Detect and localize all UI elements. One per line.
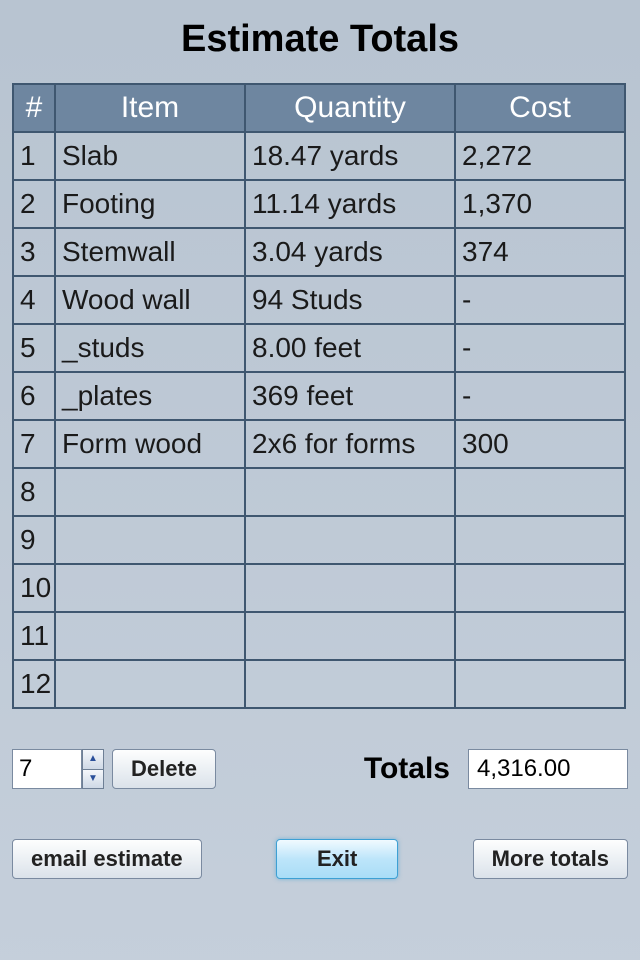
spinner-up-button[interactable]: ▲ — [82, 749, 104, 769]
col-quantity: Quantity — [245, 84, 455, 132]
row-quantity[interactable] — [245, 660, 455, 708]
row-number[interactable]: 2 — [13, 180, 55, 228]
table-row[interactable]: 7Form wood2x6 for forms300 — [13, 420, 625, 468]
spinner-input[interactable] — [12, 749, 82, 789]
table-row[interactable]: 11 — [13, 612, 625, 660]
controls-row: ▲ ▼ Delete Totals — [12, 749, 628, 789]
row-cost[interactable] — [455, 612, 625, 660]
row-quantity[interactable]: 2x6 for forms — [245, 420, 455, 468]
table-header: # Item Quantity Cost — [13, 84, 625, 132]
col-cost: Cost — [455, 84, 625, 132]
table-row[interactable]: 5_studs8.00 feet- — [13, 324, 625, 372]
actions-row: email estimate Exit More totals — [12, 839, 628, 879]
row-quantity[interactable]: 369 feet — [245, 372, 455, 420]
row-item[interactable]: Slab — [55, 132, 245, 180]
row-item[interactable]: _studs — [55, 324, 245, 372]
row-quantity[interactable] — [245, 564, 455, 612]
row-cost[interactable]: 300 — [455, 420, 625, 468]
table-row[interactable]: 8 — [13, 468, 625, 516]
totals-field[interactable] — [468, 749, 628, 789]
table-row[interactable]: 9 — [13, 516, 625, 564]
page-title: Estimate Totals — [12, 18, 628, 61]
table-row[interactable]: 1Slab18.47 yards2,272 — [13, 132, 625, 180]
delete-button[interactable]: Delete — [112, 749, 216, 789]
table-row[interactable]: 2Footing11.14 yards1,370 — [13, 180, 625, 228]
totals-label: Totals — [364, 752, 450, 786]
row-cost[interactable] — [455, 516, 625, 564]
row-cost[interactable]: - — [455, 372, 625, 420]
table-row[interactable]: 12 — [13, 660, 625, 708]
row-number[interactable]: 6 — [13, 372, 55, 420]
row-quantity[interactable]: 11.14 yards — [245, 180, 455, 228]
row-quantity[interactable]: 3.04 yards — [245, 228, 455, 276]
row-number[interactable]: 5 — [13, 324, 55, 372]
col-number: # — [13, 84, 55, 132]
row-number[interactable]: 7 — [13, 420, 55, 468]
row-number[interactable]: 9 — [13, 516, 55, 564]
table-row[interactable]: 6_plates369 feet- — [13, 372, 625, 420]
row-number[interactable]: 8 — [13, 468, 55, 516]
row-item[interactable]: Form wood — [55, 420, 245, 468]
row-item[interactable] — [55, 468, 245, 516]
row-spinner[interactable]: ▲ ▼ — [12, 749, 104, 789]
col-item: Item — [55, 84, 245, 132]
row-quantity[interactable] — [245, 468, 455, 516]
row-cost[interactable]: 2,272 — [455, 132, 625, 180]
row-number[interactable]: 10 — [13, 564, 55, 612]
table-row[interactable]: 4Wood wall94 Studs- — [13, 276, 625, 324]
row-item[interactable]: Footing — [55, 180, 245, 228]
row-number[interactable]: 3 — [13, 228, 55, 276]
row-cost[interactable]: - — [455, 324, 625, 372]
row-quantity[interactable]: 94 Studs — [245, 276, 455, 324]
row-item[interactable] — [55, 660, 245, 708]
row-item[interactable] — [55, 564, 245, 612]
exit-button[interactable]: Exit — [276, 839, 398, 879]
row-cost[interactable] — [455, 468, 625, 516]
row-item[interactable]: Wood wall — [55, 276, 245, 324]
table-row[interactable]: 10 — [13, 564, 625, 612]
row-item[interactable]: _plates — [55, 372, 245, 420]
row-item[interactable]: Stemwall — [55, 228, 245, 276]
more-totals-button[interactable]: More totals — [473, 839, 628, 879]
row-cost[interactable]: 1,370 — [455, 180, 625, 228]
row-cost[interactable]: - — [455, 276, 625, 324]
row-cost[interactable]: 374 — [455, 228, 625, 276]
row-number[interactable]: 1 — [13, 132, 55, 180]
row-quantity[interactable] — [245, 612, 455, 660]
row-item[interactable] — [55, 612, 245, 660]
table-row[interactable]: 3Stemwall3.04 yards374 — [13, 228, 625, 276]
row-quantity[interactable]: 8.00 feet — [245, 324, 455, 372]
row-item[interactable] — [55, 516, 245, 564]
row-quantity[interactable] — [245, 516, 455, 564]
row-cost[interactable] — [455, 660, 625, 708]
row-cost[interactable] — [455, 564, 625, 612]
row-number[interactable]: 12 — [13, 660, 55, 708]
email-estimate-button[interactable]: email estimate — [12, 839, 202, 879]
row-number[interactable]: 11 — [13, 612, 55, 660]
spinner-down-button[interactable]: ▼ — [82, 769, 104, 790]
row-number[interactable]: 4 — [13, 276, 55, 324]
row-quantity[interactable]: 18.47 yards — [245, 132, 455, 180]
estimate-table: # Item Quantity Cost 1Slab18.47 yards2,2… — [12, 83, 626, 709]
